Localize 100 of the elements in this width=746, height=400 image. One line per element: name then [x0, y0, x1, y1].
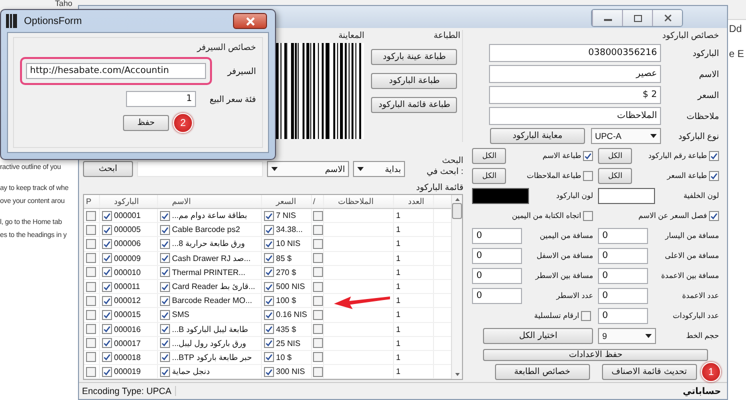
checkbox[interactable]: [264, 253, 274, 264]
update-items-button[interactable]: تحديث قائمة الاصناف: [602, 364, 697, 380]
checkbox[interactable]: [86, 253, 96, 264]
checkbox[interactable]: [160, 338, 170, 348]
checkbox[interactable]: [160, 238, 170, 249]
checkbox[interactable]: [160, 253, 170, 264]
checkbox[interactable]: [313, 210, 323, 221]
checkbox[interactable]: [160, 366, 170, 377]
minimize-button[interactable]: [592, 10, 622, 26]
checkbox[interactable]: [160, 324, 170, 334]
input-field[interactable]: 038000356216: [489, 44, 661, 62]
checkbox[interactable]: [709, 170, 719, 180]
checkbox[interactable]: [160, 296, 170, 306]
checkbox[interactable]: [264, 310, 274, 320]
color-swatch[interactable]: [472, 188, 530, 204]
checkbox[interactable]: [102, 296, 112, 306]
column-header[interactable]: الاسم: [158, 195, 262, 208]
close-button[interactable]: [233, 13, 267, 29]
checkbox[interactable]: [102, 310, 112, 320]
match-dropdown[interactable]: بداية: [353, 161, 405, 177]
checkbox[interactable]: [264, 267, 274, 278]
column-header[interactable]: السعر: [262, 195, 312, 208]
checkbox[interactable]: [86, 310, 96, 320]
checkbox[interactable]: [313, 238, 323, 249]
maximize-button[interactable]: [622, 10, 652, 26]
number-field[interactable]: 0: [472, 268, 522, 284]
checkbox[interactable]: [160, 282, 170, 292]
checkbox[interactable]: [313, 338, 323, 348]
checkbox[interactable]: [583, 170, 594, 180]
checkbox[interactable]: [86, 238, 96, 249]
column-header[interactable]: /: [312, 195, 324, 208]
checkbox[interactable]: [313, 366, 323, 377]
checkbox[interactable]: [313, 352, 323, 362]
number-field[interactable]: 0: [598, 288, 648, 304]
column-header[interactable]: الباركود: [100, 195, 158, 208]
checkbox[interactable]: [160, 210, 170, 221]
select-all-button[interactable]: اختيار الكل: [483, 328, 594, 344]
search-column-dropdown[interactable]: الاسم: [267, 161, 349, 177]
checkbox[interactable]: [583, 210, 594, 220]
checkbox[interactable]: [264, 366, 274, 377]
checkbox[interactable]: [709, 150, 719, 160]
checkbox[interactable]: [709, 210, 719, 220]
checkbox[interactable]: [160, 352, 170, 362]
checkbox[interactable]: [264, 352, 274, 362]
scrollbar[interactable]: [451, 195, 462, 379]
print-button[interactable]: طباعة عينة باركود: [371, 49, 458, 65]
print-button[interactable]: طباعة الباركود: [371, 73, 458, 89]
checkbox[interactable]: [313, 282, 323, 292]
checkbox[interactable]: [264, 224, 274, 235]
checkbox[interactable]: [102, 238, 112, 249]
print-button[interactable]: طباعة قائمة الباركود: [371, 97, 458, 113]
checkbox[interactable]: [102, 267, 112, 278]
input-field[interactable]: http://hesabate.com/Accountin: [26, 63, 206, 79]
input-field[interactable]: $ 2: [489, 86, 661, 104]
font-size-dropdown[interactable]: 9: [598, 328, 656, 344]
checkbox[interactable]: [313, 224, 323, 235]
checkbox[interactable]: [102, 366, 112, 377]
number-field[interactable]: 0: [598, 268, 648, 284]
checkbox[interactable]: [264, 296, 274, 306]
column-header[interactable]: الملاحظات: [324, 195, 394, 208]
number-field[interactable]: 0: [598, 248, 648, 264]
save-settings-button[interactable]: حفظ الاعدادات: [483, 349, 708, 361]
checkbox[interactable]: [102, 352, 112, 362]
checkbox[interactable]: [313, 296, 323, 306]
checkbox[interactable]: [86, 224, 96, 235]
checkbox[interactable]: [313, 267, 323, 278]
checkbox[interactable]: [313, 310, 323, 320]
input-field[interactable]: عصير: [489, 65, 661, 83]
preview-barcode-button[interactable]: معاينة الباركود: [490, 128, 585, 144]
checkbox[interactable]: [86, 324, 96, 334]
close-button[interactable]: [652, 10, 682, 26]
number-field[interactable]: 0: [598, 308, 648, 324]
checkbox[interactable]: [86, 210, 96, 221]
color-swatch[interactable]: [598, 188, 656, 204]
save-button[interactable]: حفظ: [123, 115, 169, 131]
checkbox[interactable]: [264, 324, 274, 334]
number-field[interactable]: 0: [472, 228, 522, 244]
checkbox[interactable]: [86, 366, 96, 377]
checkbox[interactable]: [264, 338, 274, 348]
checkbox[interactable]: [86, 267, 96, 278]
scrollbar-thumb[interactable]: [452, 203, 462, 219]
checkbox[interactable]: [102, 224, 112, 235]
input-field[interactable]: الملاحظات: [489, 107, 661, 125]
checkbox[interactable]: [583, 150, 594, 160]
search-button[interactable]: ابحث: [83, 161, 133, 177]
checkbox[interactable]: [264, 210, 274, 221]
checkbox[interactable]: [86, 338, 96, 348]
checkbox[interactable]: [313, 253, 323, 264]
checkbox[interactable]: [160, 310, 170, 320]
checkbox[interactable]: [86, 282, 96, 292]
checkbox[interactable]: [264, 282, 274, 292]
checkbox[interactable]: [86, 352, 96, 362]
column-header[interactable]: P: [84, 195, 100, 208]
checkbox[interactable]: [313, 324, 323, 334]
checkbox[interactable]: [102, 324, 112, 334]
number-field[interactable]: 0: [472, 288, 522, 304]
number-field[interactable]: 0: [598, 228, 648, 244]
checkbox[interactable]: [102, 282, 112, 292]
checkbox[interactable]: [102, 253, 112, 264]
number-field[interactable]: 0: [472, 248, 522, 264]
